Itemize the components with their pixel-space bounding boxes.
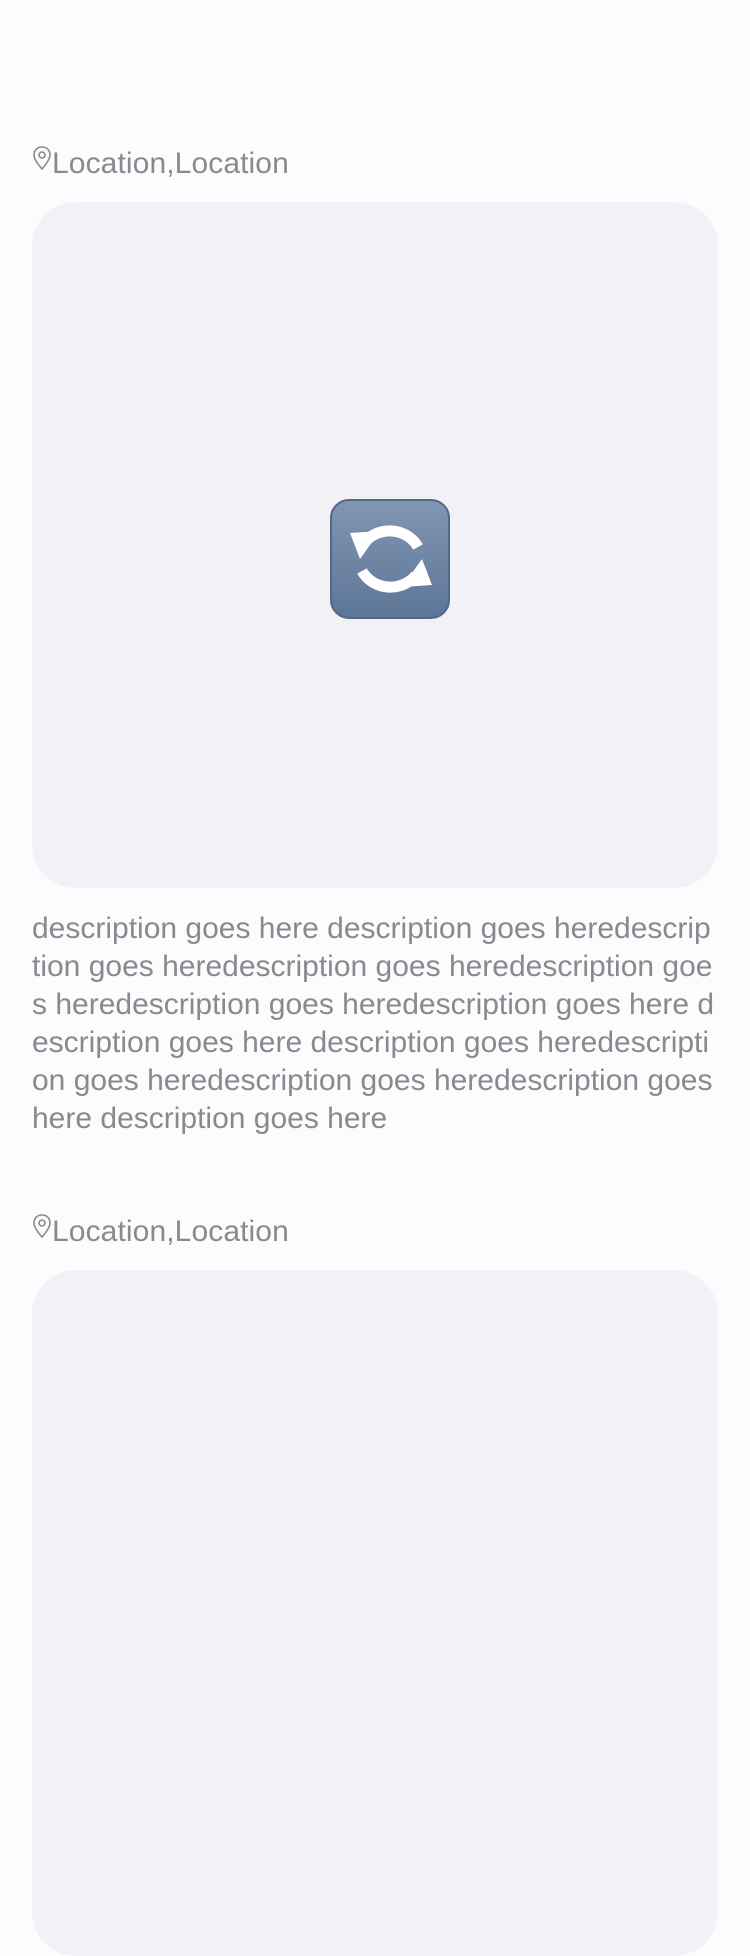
post-media[interactable] [32,202,718,888]
location-pin-icon [32,1213,52,1243]
post-feed: Location,Location description goes here … [0,0,750,1956]
post-description: description goes here description goes h… [32,912,715,1135]
post-location[interactable]: Location,Location [32,142,718,186]
location-pin-icon [32,145,52,175]
post-card: Location,Location [32,142,718,1138]
post-card: Location,Location [32,1210,718,1956]
refresh-icon[interactable] [330,499,450,619]
location-label: Location,Location [52,147,289,180]
post-location[interactable]: Location,Location [32,1210,718,1254]
location-label: Location,Location [52,1215,289,1248]
post-media[interactable] [32,1270,718,1956]
